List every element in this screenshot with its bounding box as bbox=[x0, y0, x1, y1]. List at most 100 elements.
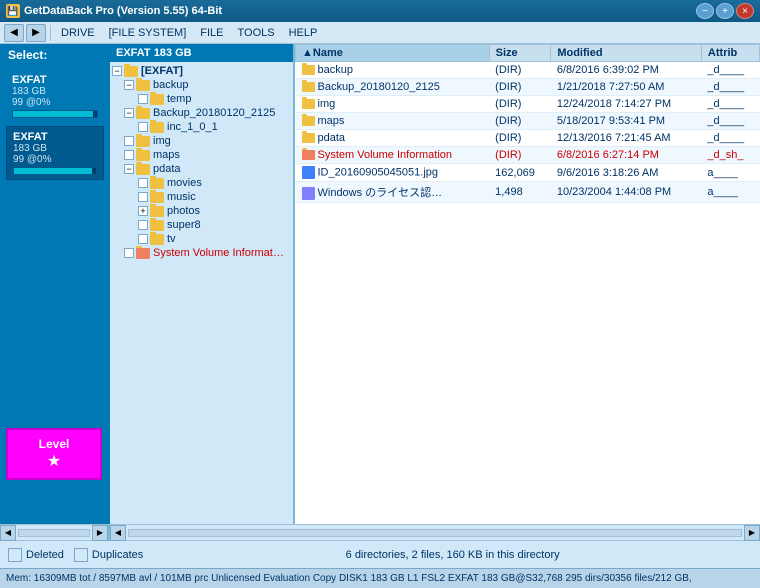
tree-item-backup2125[interactable]: − Backup_20180120_2125 bbox=[110, 106, 293, 120]
table-row[interactable]: Windows のライセス認… 1,498 10/23/2004 1:44:08… bbox=[296, 182, 760, 203]
tree-label-maps: maps bbox=[153, 149, 180, 161]
tree-expand-maps[interactable] bbox=[124, 150, 134, 160]
table-row[interactable]: maps (DIR) 5/18/2017 9:53:41 PM _d____ bbox=[296, 113, 760, 130]
tree-item-photos[interactable]: + photos bbox=[110, 204, 293, 218]
file-name-jpg: ID_20160905045051.jpg bbox=[296, 164, 490, 182]
drive-name-2: EXFAT bbox=[13, 131, 97, 143]
tree-item-inc[interactable]: inc_1_0_1 bbox=[110, 120, 293, 134]
folder-icon bbox=[302, 65, 315, 75]
folder-icon-maps bbox=[136, 150, 150, 161]
tree-expand-backup2125[interactable]: − bbox=[124, 108, 134, 118]
table-row[interactable]: pdata (DIR) 12/13/2016 7:21:45 AM _d____ bbox=[296, 130, 760, 147]
tree-item-pdata[interactable]: − pdata bbox=[110, 162, 293, 176]
tree-expand-inc[interactable] bbox=[138, 122, 148, 132]
file-modified-sysvolinfo: 6/8/2016 6:27:14 PM bbox=[551, 147, 702, 164]
menu-filesystem[interactable]: [FILE SYSTEM] bbox=[103, 25, 193, 41]
tree-item-exfat[interactable]: − [EXFAT] bbox=[110, 64, 293, 78]
drive-name-1: EXFAT bbox=[12, 74, 98, 86]
scroll-track-files[interactable] bbox=[128, 529, 742, 537]
col-header-size[interactable]: Size bbox=[489, 45, 551, 62]
scroll-right-btn-tree[interactable]: ▶ bbox=[92, 525, 108, 541]
tree-item-super8[interactable]: super8 bbox=[110, 218, 293, 232]
folder-icon-img bbox=[136, 136, 150, 147]
horizontal-scroll-area: ◀ ▶ ◀ ▶ bbox=[0, 524, 760, 540]
menu-drive[interactable]: DRIVE bbox=[55, 25, 101, 41]
file-attrib-pdata: _d____ bbox=[701, 130, 759, 147]
tree-expand-exfat[interactable]: − bbox=[112, 66, 122, 76]
level-star: ★ bbox=[47, 451, 61, 471]
tree-expand-super8[interactable] bbox=[138, 220, 148, 230]
nav-back-button[interactable]: ◀ bbox=[4, 24, 24, 42]
tree-expand-temp[interactable] bbox=[138, 94, 148, 104]
tree-item-music[interactable]: music bbox=[110, 190, 293, 204]
drive-item-1[interactable]: EXFAT 183 GB 99 @0% bbox=[6, 70, 104, 122]
deleted-label: Deleted bbox=[26, 549, 64, 561]
file-attrib-license: a____ bbox=[701, 182, 759, 203]
scroll-right-btn-files[interactable]: ▶ bbox=[744, 525, 760, 541]
menu-help[interactable]: HELP bbox=[283, 25, 324, 41]
scroll-left-btn-files[interactable]: ◀ bbox=[110, 525, 126, 541]
folder-icon-temp bbox=[150, 94, 164, 105]
drive-percent-2: 99 @0% bbox=[13, 154, 97, 165]
tree-label-temp: temp bbox=[167, 93, 191, 105]
menu-tools[interactable]: TOOLS bbox=[232, 25, 281, 41]
tree-item-sysvolinfo[interactable]: System Volume Informat… bbox=[110, 246, 293, 260]
drive-size-2: 183 GB bbox=[13, 143, 97, 154]
tree-item-temp[interactable]: temp bbox=[110, 92, 293, 106]
tree-expand-backup[interactable]: − bbox=[124, 80, 134, 90]
table-row[interactable]: backup (DIR) 6/8/2016 6:39:02 PM _d____ bbox=[296, 62, 760, 79]
tree-expand-img[interactable] bbox=[124, 136, 134, 146]
tree-expand-sysvolinfo[interactable] bbox=[124, 248, 134, 258]
drive-progress-1 bbox=[12, 110, 98, 118]
file-size-backup: (DIR) bbox=[489, 62, 551, 79]
menu-separator bbox=[50, 25, 51, 41]
table-row[interactable]: System Volume Information (DIR) 6/8/2016… bbox=[296, 147, 760, 164]
drive-size-1: 183 GB bbox=[12, 86, 98, 97]
col-header-modified[interactable]: Modified bbox=[551, 45, 702, 62]
tree-content: − [EXFAT] − backup temp bbox=[110, 62, 293, 262]
maximize-button[interactable]: + bbox=[716, 3, 734, 19]
tree-expand-music[interactable] bbox=[138, 192, 148, 202]
select-panel: Select: EXFAT 183 GB 99 @0% EXFAT 183 GB… bbox=[0, 44, 110, 524]
select-label: Select: bbox=[0, 44, 110, 66]
scroll-track-tree[interactable] bbox=[18, 529, 90, 537]
minimize-button[interactable]: − bbox=[696, 3, 714, 19]
tree-item-img[interactable]: img bbox=[110, 134, 293, 148]
tree-label-movies: movies bbox=[167, 177, 202, 189]
drive-progress-bar-2 bbox=[14, 168, 92, 174]
deleted-check: Deleted bbox=[8, 548, 64, 562]
folder-icon-backup2125 bbox=[136, 108, 150, 119]
folder-icon-pdata bbox=[136, 164, 150, 175]
tree-expand-tv[interactable] bbox=[138, 234, 148, 244]
drive-progress-2 bbox=[13, 167, 97, 175]
duplicates-label: Duplicates bbox=[92, 549, 143, 561]
tree-expand-photos[interactable]: + bbox=[138, 206, 148, 216]
file-size-maps: (DIR) bbox=[489, 113, 551, 130]
tree-label-backup2125: Backup_20180120_2125 bbox=[153, 107, 275, 119]
level-panel[interactable]: Level ★ bbox=[6, 428, 102, 480]
col-header-name[interactable]: ▲Name bbox=[296, 45, 490, 62]
nav-forward-button[interactable]: ▶ bbox=[26, 24, 46, 42]
deleted-checkbox[interactable] bbox=[8, 548, 22, 562]
tree-item-tv[interactable]: tv bbox=[110, 232, 293, 246]
table-row[interactable]: Backup_20180120_2125 (DIR) 1/21/2018 7:2… bbox=[296, 79, 760, 96]
tree-item-movies[interactable]: movies bbox=[110, 176, 293, 190]
close-button[interactable]: × bbox=[736, 3, 754, 19]
file-size-jpg: 162,069 bbox=[489, 164, 551, 182]
col-header-attrib[interactable]: Attrib bbox=[701, 45, 759, 62]
duplicates-checkbox[interactable] bbox=[74, 548, 88, 562]
menu-file[interactable]: FILE bbox=[194, 25, 229, 41]
table-row[interactable]: img (DIR) 12/24/2018 7:14:27 PM _d____ bbox=[296, 96, 760, 113]
level-label: Level bbox=[39, 437, 70, 451]
file-size-license: 1,498 bbox=[489, 182, 551, 203]
table-row[interactable]: ID_20160905045051.jpg 162,069 9/6/2016 3… bbox=[296, 164, 760, 182]
tree-expand-movies[interactable] bbox=[138, 178, 148, 188]
file-size-sysvolinfo: (DIR) bbox=[489, 147, 551, 164]
scroll-left-btn-tree[interactable]: ◀ bbox=[0, 525, 16, 541]
tree-item-backup[interactable]: − backup bbox=[110, 78, 293, 92]
tree-expand-pdata[interactable]: − bbox=[124, 164, 134, 174]
tree-item-maps[interactable]: maps bbox=[110, 148, 293, 162]
folder-icon-backup bbox=[136, 80, 150, 91]
drive-item-2[interactable]: EXFAT 183 GB 99 @0% bbox=[6, 126, 104, 180]
folder-icon-music bbox=[150, 192, 164, 203]
